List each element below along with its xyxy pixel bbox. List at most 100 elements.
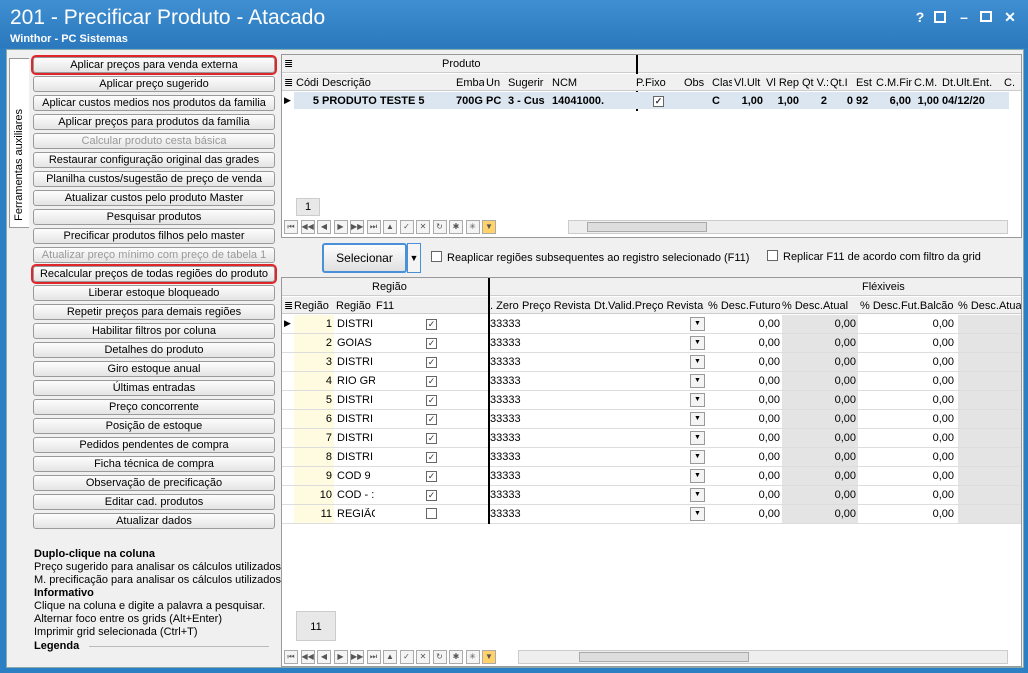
table-row[interactable]: 7 DISTRI ✓ 33333 ▼ 0,00 0,00 0,00: [282, 429, 1021, 448]
column-header[interactable]: Região: [294, 300, 334, 312]
nav-button-icon[interactable]: ▶▶: [350, 220, 364, 234]
desc-futuro[interactable]: 0,00: [708, 375, 780, 387]
nav-button-icon[interactable]: ▼: [482, 220, 496, 234]
nav-button-icon[interactable]: ↻: [432, 220, 447, 234]
nav-button-icon[interactable]: ✳: [465, 220, 480, 234]
horizontal-scrollbar[interactable]: [518, 650, 1008, 664]
f11-checkbox[interactable]: ✓: [426, 356, 437, 368]
desc-futuro[interactable]: 0,00: [708, 432, 780, 444]
column-menu-icon[interactable]: ≣: [284, 299, 293, 312]
nav-button-icon[interactable]: ◀: [317, 220, 331, 234]
table-row[interactable]: 6 DISTRI ✓ 33333 ▼ 0,00 0,00 0,00: [282, 410, 1021, 429]
column-header[interactable]: C.M.Fin: [876, 77, 912, 89]
desc-fut-balcao[interactable]: 0,00: [860, 337, 954, 349]
horizontal-scrollbar[interactable]: [568, 220, 1008, 234]
column-header[interactable]: Códi: [296, 77, 320, 89]
tool-button[interactable]: Calcular produto cesta básica: [33, 133, 275, 149]
desc-atual-balcao[interactable]: [958, 391, 1021, 409]
nav-button-icon[interactable]: ⏭: [366, 220, 381, 234]
tool-button[interactable]: Restaurar configuração original das grad…: [33, 152, 275, 168]
desc-atual[interactable]: 0,00: [782, 372, 858, 390]
tool-button[interactable]: Editar cad. produtos: [33, 494, 275, 510]
help-icon[interactable]: ?: [912, 9, 928, 25]
f11-checkbox[interactable]: ✓: [426, 394, 437, 406]
tool-button[interactable]: Pesquisar produtos: [33, 209, 275, 225]
table-row[interactable]: ▶ 1 DISTRI ✓ 33333 ▼ 0,00 0,00 0,00: [282, 315, 1021, 334]
table-row[interactable]: 9 COD 9 ✓ 33333 ▼ 0,00 0,00 0,00: [282, 467, 1021, 486]
nav-button-icon[interactable]: ▲: [383, 650, 397, 664]
date-dropdown-icon[interactable]: ▼: [690, 488, 705, 502]
column-header[interactable]: C.M.: [914, 77, 940, 89]
desc-atual[interactable]: 0,00: [782, 315, 858, 333]
tool-button[interactable]: Repetir preços para demais regiões: [33, 304, 275, 320]
maximize-icon[interactable]: [980, 11, 992, 22]
desc-futuro[interactable]: 0,00: [708, 451, 780, 463]
tool-button[interactable]: Posição de estoque: [33, 418, 275, 434]
pin-icon[interactable]: [934, 11, 946, 23]
nav-button-icon[interactable]: ✓: [399, 650, 414, 664]
column-header[interactable]: % Desc.Futuro: [708, 300, 780, 312]
desc-atual[interactable]: 0,00: [782, 410, 858, 428]
nav-button-icon[interactable]: ▼: [482, 650, 496, 664]
desc-atual[interactable]: 0,00: [782, 486, 858, 504]
desc-atual-balcao[interactable]: [958, 315, 1021, 333]
nav-button-icon[interactable]: ✱: [449, 650, 463, 664]
nav-button-icon[interactable]: ⏭: [366, 650, 381, 664]
desc-fut-balcao[interactable]: 0,00: [860, 394, 954, 406]
minimize-icon[interactable]: –: [956, 9, 972, 25]
date-dropdown-icon[interactable]: ▼: [690, 431, 705, 445]
desc-atual-balcao[interactable]: [958, 467, 1021, 485]
date-dropdown-icon[interactable]: ▼: [690, 507, 705, 521]
table-row[interactable]: 10 COD - : ✓ 33333 ▼ 0,00 0,00 0,00: [282, 486, 1021, 505]
desc-fut-balcao[interactable]: 0,00: [860, 470, 954, 482]
table-row[interactable]: 11 REGIÃC 33333 ▼ 0,00 0,00 0,00: [282, 505, 1021, 524]
table-row[interactable]: 2 GOIAS ✓ 33333 ▼ 0,00 0,00 0,00: [282, 334, 1021, 353]
tool-button[interactable]: Atualizar custos pelo produto Master: [33, 190, 275, 206]
nav-button-icon[interactable]: ◀: [317, 650, 331, 664]
tool-button[interactable]: Ficha técnica de compra: [33, 456, 275, 472]
column-header[interactable]: Qt.I: [830, 77, 854, 89]
nav-button-icon[interactable]: ⏮: [284, 220, 298, 234]
f11-checkbox[interactable]: ✓: [426, 489, 437, 501]
column-header[interactable]: Dt.Ult.Ent.: [942, 77, 1002, 89]
tool-button[interactable]: Recalcular preços de todas regiões do pr…: [31, 264, 277, 284]
tool-button[interactable]: Últimas entradas: [33, 380, 275, 396]
column-header[interactable]: . Zero: [490, 300, 520, 312]
f11-checkbox[interactable]: [426, 508, 437, 522]
checkbox-reaplicar[interactable]: [431, 251, 442, 265]
tool-button[interactable]: Precificar produtos filhos pelo master: [33, 228, 275, 244]
f11-checkbox[interactable]: ✓: [426, 413, 437, 425]
tool-button[interactable]: Preço concorrente: [33, 399, 275, 415]
column-header[interactable]: Preço Revista: [522, 300, 592, 312]
desc-atual[interactable]: 0,00: [782, 391, 858, 409]
product-grid[interactable]: ≣ Produto ≣ Códi Descrição Emba Un Sugerir NC…: [281, 54, 1022, 238]
column-header[interactable]: Obs: [684, 77, 710, 89]
desc-atual-balcao[interactable]: [958, 353, 1021, 371]
column-header[interactable]: NCM: [552, 77, 634, 89]
f11-checkbox[interactable]: ✓: [426, 375, 437, 387]
desc-atual-balcao[interactable]: [958, 429, 1021, 447]
tool-button[interactable]: Aplicar custos medios nos produtos da fa…: [33, 95, 275, 111]
desc-fut-balcao[interactable]: 0,00: [860, 413, 954, 425]
desc-futuro[interactable]: 0,00: [708, 508, 780, 520]
side-tab-ferramentas[interactable]: Ferramentas auxiliares: [9, 58, 29, 228]
desc-futuro[interactable]: 0,00: [708, 318, 780, 330]
column-header[interactable]: Descrição: [322, 77, 454, 89]
desc-futuro[interactable]: 0,00: [708, 394, 780, 406]
desc-atual[interactable]: 0,00: [782, 505, 858, 523]
desc-atual[interactable]: 0,00: [782, 448, 858, 466]
selecionar-dropdown-icon[interactable]: ▼: [407, 243, 421, 273]
desc-atual-balcao[interactable]: [958, 372, 1021, 390]
column-header[interactable]: Un: [486, 77, 506, 89]
column-header[interactable]: % Desc.Fut.Balcão: [860, 300, 956, 312]
tool-button[interactable]: Aplicar preço sugerido: [33, 76, 275, 92]
tool-button[interactable]: Aplicar preços para produtos da família: [33, 114, 275, 130]
table-row[interactable]: 3 DISTRI ✓ 33333 ▼ 0,00 0,00 0,00: [282, 353, 1021, 372]
nav-button-icon[interactable]: ↻: [432, 650, 447, 664]
column-header[interactable]: Sugerir: [508, 77, 550, 89]
tool-button[interactable]: Atualizar dados: [33, 513, 275, 529]
desc-fut-balcao[interactable]: 0,00: [860, 356, 954, 368]
nav-button-icon[interactable]: ⏮: [284, 650, 298, 664]
date-dropdown-icon[interactable]: ▼: [690, 355, 705, 369]
column-header[interactable]: F11: [376, 300, 488, 312]
